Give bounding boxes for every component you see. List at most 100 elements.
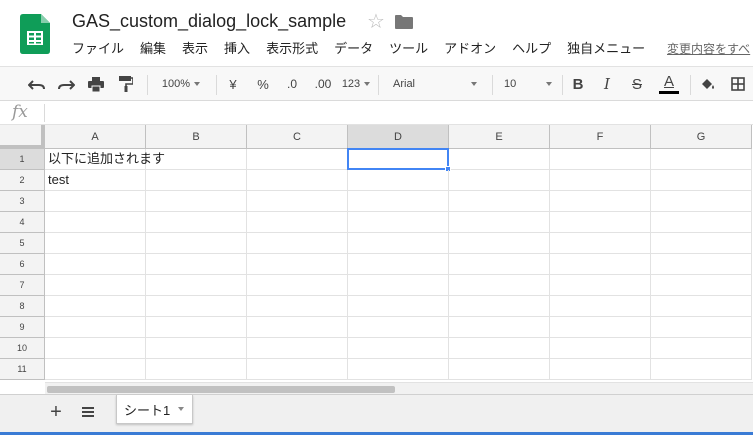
cell-b10[interactable] (146, 338, 247, 359)
cell-g9[interactable] (651, 317, 752, 338)
row-header-2[interactable]: 2 (0, 170, 45, 191)
chevron-down-icon[interactable] (178, 407, 185, 411)
cell-e1[interactable] (449, 149, 550, 170)
cell-d2[interactable] (348, 170, 449, 191)
row-header-4[interactable]: 4 (0, 212, 45, 233)
italic-button[interactable]: I (596, 67, 618, 101)
cell-e9[interactable] (449, 317, 550, 338)
scrollbar-thumb[interactable] (47, 386, 395, 393)
cell-c7[interactable] (247, 275, 348, 296)
cell-g7[interactable] (651, 275, 752, 296)
increase-decimal-button[interactable]: .00 (310, 67, 336, 101)
cell-d5[interactable] (348, 233, 449, 254)
cell-c4[interactable] (247, 212, 348, 233)
menu-file[interactable]: ファイル (72, 40, 124, 58)
cell-d11[interactable] (348, 359, 449, 380)
percent-format-button[interactable]: % (252, 67, 274, 101)
cell-a8[interactable] (45, 296, 146, 317)
cell-g8[interactable] (651, 296, 752, 317)
cell-b2[interactable] (146, 170, 247, 191)
row-header-3[interactable]: 3 (0, 191, 45, 212)
star-icon[interactable]: ☆ (367, 9, 385, 34)
menu-insert[interactable]: 挿入 (224, 40, 250, 58)
formula-input[interactable] (50, 104, 740, 122)
cell-b8[interactable] (146, 296, 247, 317)
cell-c2[interactable] (247, 170, 348, 191)
font-family-dropdown[interactable]: Arial (385, 67, 485, 101)
menu-tools[interactable]: ツール (389, 40, 428, 58)
redo-button[interactable] (55, 67, 77, 101)
cell-b4[interactable] (146, 212, 247, 233)
cell-b6[interactable] (146, 254, 247, 275)
cell-b11[interactable] (146, 359, 247, 380)
cell-f4[interactable] (550, 212, 651, 233)
menu-addons[interactable]: アドオン (444, 40, 496, 58)
more-formats-dropdown[interactable]: 123 (340, 67, 372, 101)
cell-g10[interactable] (651, 338, 752, 359)
text-color-button[interactable]: A (657, 67, 681, 101)
select-all-corner[interactable] (0, 125, 45, 149)
cell-a7[interactable] (45, 275, 146, 296)
cell-a5[interactable] (45, 233, 146, 254)
cell-e11[interactable] (449, 359, 550, 380)
cell-a6[interactable] (45, 254, 146, 275)
cell-a9[interactable] (45, 317, 146, 338)
strikethrough-button[interactable]: S (626, 67, 648, 101)
cell-f5[interactable] (550, 233, 651, 254)
zoom-dropdown[interactable]: 100% (152, 67, 210, 101)
cell-a11[interactable] (45, 359, 146, 380)
cell-d8[interactable] (348, 296, 449, 317)
cell-c9[interactable] (247, 317, 348, 338)
cell-b9[interactable] (146, 317, 247, 338)
cell-g2[interactable] (651, 170, 752, 191)
cell-a2[interactable]: test (45, 170, 146, 191)
column-header-b[interactable]: B (146, 125, 247, 149)
cell-f1[interactable] (550, 149, 651, 170)
all-sheets-button[interactable] (76, 400, 100, 424)
bold-button[interactable]: B (567, 67, 589, 101)
cell-d4[interactable] (348, 212, 449, 233)
cell-b1[interactable] (146, 149, 247, 170)
cell-a1[interactable]: 以下に追加されます (45, 149, 165, 170)
menu-custom[interactable]: 独自メニュー (567, 40, 645, 58)
cell-a10[interactable] (45, 338, 146, 359)
sheet-tab[interactable]: シート1 (116, 395, 193, 424)
cell-e8[interactable] (449, 296, 550, 317)
column-header-c[interactable]: C (247, 125, 348, 149)
cell-f6[interactable] (550, 254, 651, 275)
menu-data[interactable]: データ (334, 40, 373, 58)
last-edit-link[interactable]: 変更内容をすべ (667, 40, 750, 58)
row-header-1[interactable]: 1 (0, 149, 45, 170)
cell-b3[interactable] (146, 191, 247, 212)
add-sheet-button[interactable]: + (44, 400, 68, 424)
row-header-6[interactable]: 6 (0, 254, 45, 275)
cell-f8[interactable] (550, 296, 651, 317)
row-header-11[interactable]: 11 (0, 359, 45, 380)
row-header-8[interactable]: 8 (0, 296, 45, 317)
cell-e4[interactable] (449, 212, 550, 233)
cell-e6[interactable] (449, 254, 550, 275)
cell-c3[interactable] (247, 191, 348, 212)
menu-view[interactable]: 表示 (182, 40, 208, 58)
cell-e3[interactable] (449, 191, 550, 212)
undo-button[interactable] (26, 67, 48, 101)
cell-d6[interactable] (348, 254, 449, 275)
cell-d3[interactable] (348, 191, 449, 212)
cell-e10[interactable] (449, 338, 550, 359)
cell-f3[interactable] (550, 191, 651, 212)
row-header-9[interactable]: 9 (0, 317, 45, 338)
column-header-e[interactable]: E (449, 125, 550, 149)
cell-g4[interactable] (651, 212, 752, 233)
cell-g6[interactable] (651, 254, 752, 275)
menu-format[interactable]: 表示形式 (266, 40, 318, 58)
cell-c10[interactable] (247, 338, 348, 359)
cell-d9[interactable] (348, 317, 449, 338)
cell-e5[interactable] (449, 233, 550, 254)
menu-edit[interactable]: 編集 (140, 40, 166, 58)
print-button[interactable] (85, 67, 107, 101)
cell-e7[interactable] (449, 275, 550, 296)
cell-c8[interactable] (247, 296, 348, 317)
cell-g3[interactable] (651, 191, 752, 212)
cell-c11[interactable] (247, 359, 348, 380)
font-size-dropdown[interactable]: 10 (498, 67, 558, 101)
